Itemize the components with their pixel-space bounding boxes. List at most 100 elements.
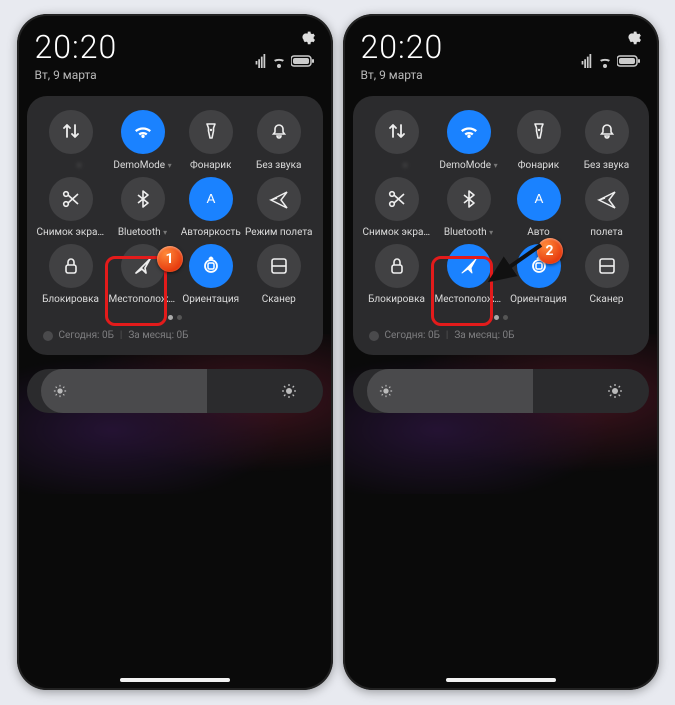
date: Вт, 9 марта [361, 68, 444, 82]
clock: 20:20 [361, 28, 444, 66]
qs-tile-location[interactable]: Местоположение [109, 244, 177, 305]
wifi-icon [121, 110, 165, 154]
data-usage-row[interactable]: Сегодня: 0Б | За месяц: 0Б [363, 326, 639, 343]
qs-tile-label: Местоположение [109, 294, 177, 305]
qs-tile-label: Автояркость [181, 227, 241, 238]
data-usage-row[interactable]: Сегодня: 0Б | За месяц: 0Б [37, 326, 313, 343]
brightness-slider[interactable] [27, 369, 323, 413]
qs-tile-label: Ориентация [510, 294, 567, 305]
rotate-icon [189, 244, 233, 288]
qs-tile-rotate[interactable]: Ориентация [507, 244, 571, 305]
usage-today-label: Сегодня: 0Б [59, 330, 114, 341]
page-indicator [363, 315, 639, 320]
battery-icon [291, 54, 315, 68]
qs-tile-label: Блокировка [42, 294, 99, 305]
wifi-status-icon [272, 54, 286, 68]
qs-tile-scissors[interactable]: Снимок экрана [37, 177, 105, 238]
qs-tile-label: Без звука [256, 160, 301, 171]
qs-tile-plane[interactable]: Режим полета [245, 177, 312, 238]
scissors-icon [49, 177, 93, 221]
lock-icon [375, 244, 419, 288]
brightness-slider[interactable] [353, 369, 649, 413]
bell-icon [585, 110, 629, 154]
qs-tile-scissors[interactable]: Снимок экрана [363, 177, 431, 238]
usage-month-label: За месяц: 0Б [128, 330, 188, 341]
qs-tile-data[interactable]: ▾ [363, 110, 431, 171]
qs-tile-location[interactable]: Местоположение [435, 244, 503, 305]
qs-tile-scan[interactable]: Сканер [245, 244, 312, 305]
qs-tile-wifi[interactable]: DemoMode ▾ [109, 110, 177, 171]
qs-tile-label: Фонарик [518, 160, 559, 171]
usage-icon [369, 331, 379, 341]
data-icon [49, 110, 93, 154]
data-icon [375, 110, 419, 154]
battery-icon [617, 54, 641, 68]
qs-tile-label: Авто [527, 227, 550, 238]
qs-tile-label: Местоположение [435, 294, 503, 305]
qs-tile-bluetooth[interactable]: Bluetooth ▾ [109, 177, 177, 238]
qs-tile-label: Сканер [262, 294, 296, 305]
scan-icon [257, 244, 301, 288]
qs-tile-label: Снимок экрана [37, 227, 105, 238]
qs-tile-label: ▾ [60, 160, 81, 171]
qs-tile-label: Сканер [589, 294, 623, 305]
plane-icon [257, 177, 301, 221]
qs-tile-torch[interactable]: Фонарик [181, 110, 242, 171]
torch-icon [189, 110, 233, 154]
qs-tile-bell[interactable]: Без звука [575, 110, 639, 171]
brightness-high-icon [281, 383, 297, 399]
signal-icon [253, 54, 267, 68]
chevron-down-icon: ▾ [77, 161, 81, 170]
qs-tile-label: Режим полета [245, 227, 312, 238]
qs-tile-label: Ориентация [182, 294, 239, 305]
qs-tile-label: полета [590, 227, 623, 238]
home-indicator[interactable] [446, 678, 556, 682]
signal-icon [579, 54, 593, 68]
brightness-low-icon [379, 384, 393, 398]
qs-tile-label: Bluetooth ▾ [444, 227, 493, 238]
scissors-icon [375, 177, 419, 221]
phone-screenshot-after: 20:20 Вт, 9 марта [343, 14, 659, 690]
qs-tile-label: Блокировка [368, 294, 425, 305]
plane-icon [585, 177, 629, 221]
status-bar: 20:20 Вт, 9 марта [343, 14, 659, 84]
qs-tile-lock[interactable]: Блокировка [37, 244, 105, 305]
settings-gear-icon[interactable] [623, 28, 641, 46]
torch-icon [517, 110, 561, 154]
qs-tile-lock[interactable]: Блокировка [363, 244, 431, 305]
brightness-high-icon [607, 383, 623, 399]
quick-settings-panel: ▾ DemoMode ▾ Фонарик Без звука [27, 96, 323, 355]
qs-tile-wifi[interactable]: DemoMode ▾ [435, 110, 503, 171]
qs-tile-scan[interactable]: Сканер [575, 244, 639, 305]
phone-screenshot-before: 20:20 Вт, 9 марта [17, 14, 333, 690]
bell-icon [257, 110, 301, 154]
page-indicator [37, 315, 313, 320]
auto-a-icon [189, 177, 233, 221]
usage-month-label: За месяц: 0Б [454, 330, 514, 341]
bluetooth-icon [447, 177, 491, 221]
qs-tile-plane[interactable]: полета [575, 177, 639, 238]
qs-tile-rotate[interactable]: Ориентация [181, 244, 242, 305]
qs-tile-auto-a[interactable]: Автояркость [181, 177, 242, 238]
scan-icon [585, 244, 629, 288]
brightness-low-icon [53, 384, 67, 398]
chevron-down-icon: ▾ [489, 228, 493, 237]
chevron-down-icon: ▾ [168, 161, 172, 170]
qs-tile-data[interactable]: ▾ [37, 110, 105, 171]
lock-icon [49, 244, 93, 288]
settings-gear-icon[interactable] [297, 28, 315, 46]
qs-tile-label: Bluetooth ▾ [118, 227, 167, 238]
qs-tile-bluetooth[interactable]: Bluetooth ▾ [435, 177, 503, 238]
qs-tile-label: DemoMode ▾ [439, 160, 497, 171]
qs-tile-label: Фонарик [190, 160, 231, 171]
location-icon [447, 244, 491, 288]
qs-tile-torch[interactable]: Фонарик [507, 110, 571, 171]
usage-today-label: Сегодня: 0Б [385, 330, 440, 341]
qs-tile-auto-a[interactable]: Авто [507, 177, 571, 238]
chevron-down-icon: ▾ [494, 161, 498, 170]
qs-tile-bell[interactable]: Без звука [245, 110, 312, 171]
usage-icon [43, 331, 53, 341]
home-indicator[interactable] [120, 678, 230, 682]
clock: 20:20 [35, 28, 118, 66]
bluetooth-icon [121, 177, 165, 221]
